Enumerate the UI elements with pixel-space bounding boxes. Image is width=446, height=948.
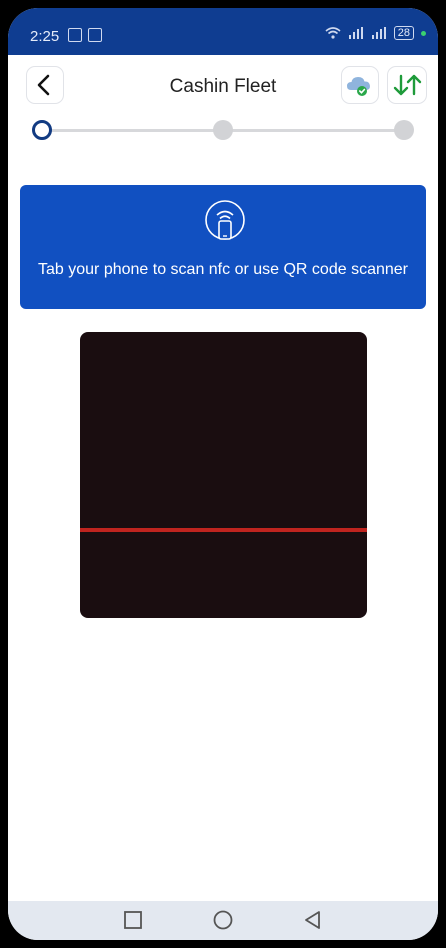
- sort-arrows-icon: [393, 74, 422, 96]
- back-icon[interactable]: [302, 909, 324, 931]
- battery-level: 28: [393, 26, 414, 40]
- step-1-current: [32, 120, 52, 140]
- step-3: [394, 120, 414, 140]
- signal-icon: [371, 27, 386, 39]
- status-time: 2:25: [30, 28, 60, 45]
- recent-apps-icon[interactable]: [122, 909, 144, 931]
- progress-stepper: [32, 120, 418, 142]
- phone-screen: 2:25 28 Cashin Fleet Tab your phone to s…: [8, 8, 438, 940]
- cloud-sync-button[interactable]: [341, 66, 379, 104]
- banner-text: Tab your phone to scan nfc or use QR cod…: [38, 261, 408, 278]
- signal-icon: [348, 27, 363, 39]
- status-bar: 2:25 28: [8, 8, 438, 55]
- home-icon[interactable]: [212, 909, 234, 931]
- nfc-phone-icon: [205, 200, 245, 240]
- scan-line: [80, 528, 367, 532]
- cloud-sync-icon: [347, 77, 370, 96]
- wifi-icon: [325, 27, 341, 39]
- notification-icon: [68, 28, 82, 42]
- sync-arrows-button[interactable]: [387, 66, 427, 104]
- step-2: [213, 120, 233, 140]
- status-dot: [421, 30, 426, 36]
- system-nav-bar: [8, 901, 438, 940]
- notification-icons: [68, 28, 102, 42]
- nfc-instruction-banner: Tab your phone to scan nfc or use QR cod…: [20, 185, 426, 309]
- app-header: Cashin Fleet: [8, 64, 438, 114]
- notification-icon: [88, 28, 102, 42]
- status-right: 28: [325, 26, 426, 40]
- qr-scanner-view[interactable]: [80, 332, 367, 618]
